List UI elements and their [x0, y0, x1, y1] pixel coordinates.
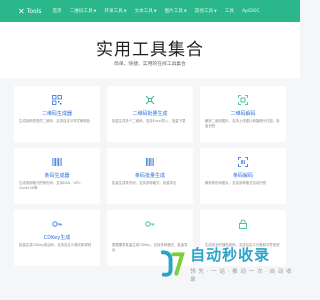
nav-item-label: 开发工具: [104, 9, 123, 14]
nav-item-qrcode-tools[interactable]: 二维码工具 ▼: [70, 8, 97, 14]
chevron-down-icon: ▼: [183, 9, 187, 13]
nav-item-label: 二维码工具: [69, 9, 93, 14]
barcode-icon: [52, 158, 62, 166]
page-title: 实用工具集合: [96, 40, 204, 60]
key-batch-icon: [145, 221, 155, 227]
watermark-title: 自动秒收录: [190, 245, 271, 264]
nav-item-image-tools[interactable]: 图片工具 ▼: [165, 8, 187, 14]
card-description: 解析二维码图片，支持上传图片和摄像头扫描，批量识别: [205, 119, 280, 128]
top-navbar: ✕ Tools 首页 二维码工具 ▼ 开发工具 ▼ 文本工具 ▼ 图片工具 ▼ 其他工具…: [0, 0, 300, 22]
nav-item-tools[interactable]: 工具: [225, 8, 234, 14]
card-barcode-decode[interactable]: 条码解码 解析条形码图片，支持多种格式自动识别: [200, 148, 286, 204]
nav-item-label: 图片工具: [164, 9, 183, 14]
card-title: 二维码解码: [230, 111, 256, 117]
page-subtitle: 简单、快捷、实用的在线工具集合: [114, 62, 186, 67]
nav-menu: 首页 二维码工具 ▼ 开发工具 ▼ 文本工具 ▼ 图片工具 ▼ 其他工具 ▼ 工具 Api…: [52, 8, 267, 15]
barcode-scan-icon: [238, 157, 248, 167]
card-title: 二维码批量生成: [132, 111, 168, 117]
auto-index-logo-icon: [160, 250, 185, 277]
card-description: 批量生成条形码，支持多种格式，批量导出: [112, 181, 177, 185]
card-qrcode-generator[interactable]: 二维码生成器 生成各种类型的二维码，支持自定义样式和颜色: [14, 86, 100, 142]
scan-icon: [238, 95, 248, 105]
card-cdkey-generator[interactable]: CDKey生成 批量生成CDKey激活码，支持自定义格式和规则: [14, 210, 100, 266]
nav-item-other-tools[interactable]: 其他工具 ▼: [195, 8, 217, 14]
key-icon: [52, 221, 62, 227]
nav-item-label: 其他工具: [194, 9, 214, 14]
card-barcode-generator[interactable]: 条码生成器 生成各种格式的条形码，支持EAN、UPC、Code128等: [14, 148, 100, 204]
chevron-down-icon: ▼: [93, 9, 97, 13]
nav-item-text-tools[interactable]: 文本工具 ▼: [134, 8, 156, 14]
nav-item-label: 首页: [52, 9, 62, 14]
watermark-subtitle: 领 先 · 一 站 · 推 动 一 次 · 自 动 收 录: [190, 268, 293, 283]
card-title: 条码解码: [232, 173, 253, 179]
nav-item-dev-tools[interactable]: 开发工具 ▼: [104, 8, 126, 14]
chevron-down-icon: ▼: [214, 9, 217, 13]
lock-icon: [239, 219, 247, 229]
card-description: 解析条形码图片，支持多种格式自动识别: [205, 181, 267, 185]
card-title: 二维码生成器: [41, 111, 72, 117]
hero-section: 实用工具集合 简单、快捷、实用的在线工具集合: [0, 22, 300, 78]
card-description: 生成各种类型的二维码，支持自定义样式和颜色: [19, 119, 91, 123]
card-title: 条码生成器: [44, 173, 70, 179]
brand-logo[interactable]: ✕ Tools: [18, 7, 41, 16]
card-description: 批量生成CDKey激活码，支持自定义格式和规则: [19, 243, 92, 247]
card-barcode-batch[interactable]: 条码批量生成 批量生成条形码，支持多种格式，批量导出: [107, 148, 193, 204]
card-title: 条码批量生成: [134, 173, 165, 179]
nav-item-home[interactable]: 首页: [52, 8, 61, 14]
chevron-down-icon: ▼: [123, 9, 127, 13]
card-title: CDKey生成: [43, 235, 71, 241]
nav-item-label: ApiDOC: [241, 8, 260, 14]
card-qrcode-decode[interactable]: 二维码解码 解析二维码图片，支持上传图片和摄像头扫描，批量识别: [200, 86, 286, 142]
qrcode-batch-icon: [145, 95, 155, 105]
card-description: 批量生成多个二维码，支持Excel导入，批量下载: [112, 119, 186, 123]
card-qrcode-batch[interactable]: 二维码批量生成 批量生成多个二维码，支持Excel导入，批量下载: [107, 86, 193, 142]
brand-name: Tools: [26, 7, 42, 15]
nav-item-label: 工具: [224, 9, 234, 14]
card-description: 生成各种格式的条形码，支持EAN、UPC、Code128等: [19, 181, 84, 190]
watermark-overlay: 自动秒收录 领 先 · 一 站 · 推 动 一 次 · 自 动 收 录: [157, 238, 297, 288]
nav-item-label: 文本工具: [134, 9, 153, 14]
chevron-down-icon: ▼: [153, 9, 157, 13]
nav-item-apidoc[interactable]: ApiDOC: [242, 8, 260, 14]
tools-logo-icon: ✕: [18, 6, 25, 16]
barcode-batch-icon: [146, 158, 154, 166]
qrcode-icon: [52, 95, 62, 105]
